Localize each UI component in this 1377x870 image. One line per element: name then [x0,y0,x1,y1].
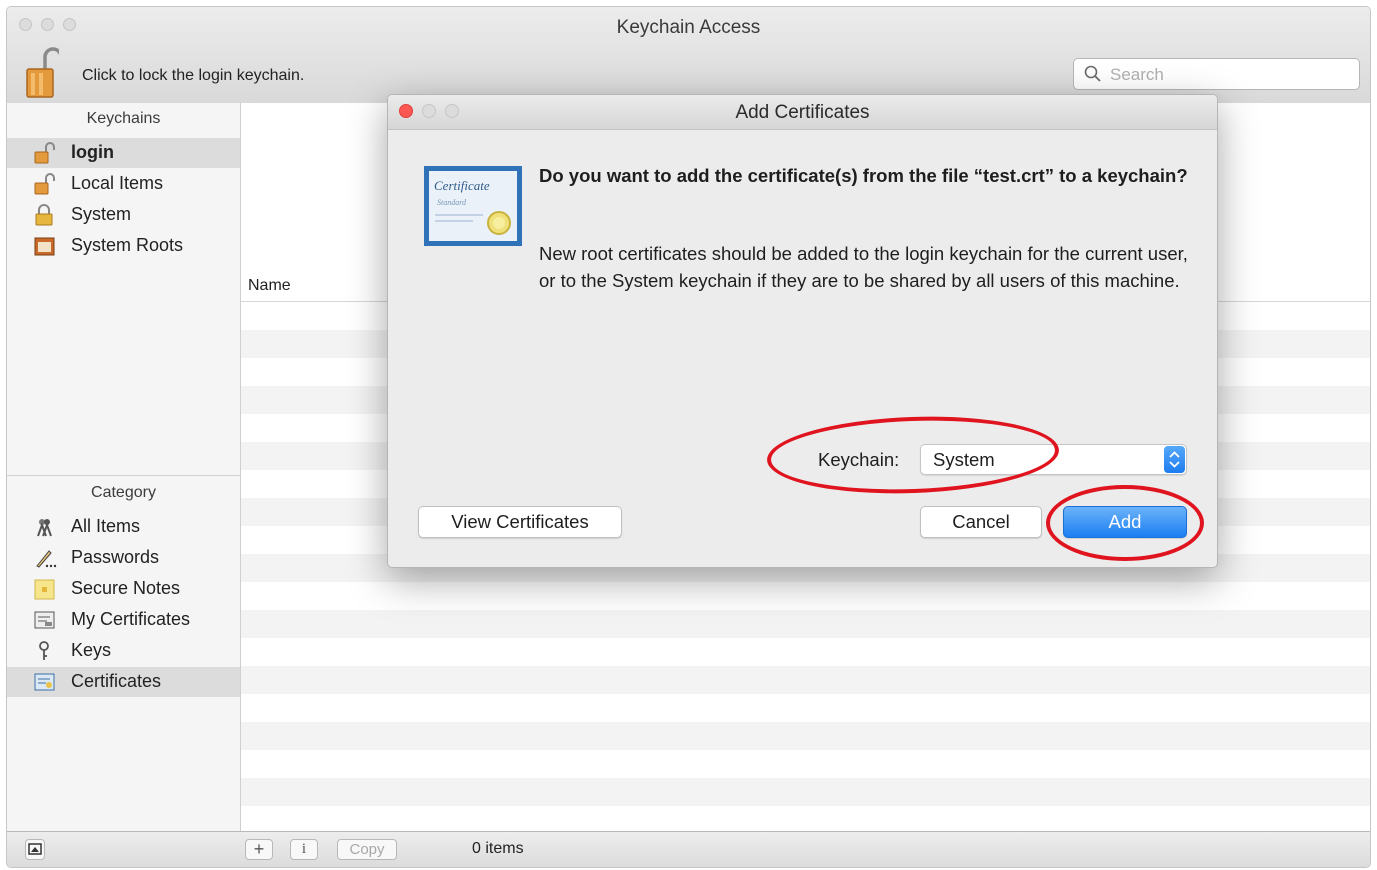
view-certificates-button[interactable]: View Certificates [418,506,622,538]
search-input[interactable]: Search [1073,58,1360,90]
keychains-header: Keychains [86,110,161,127]
chevron-updown-icon [1164,446,1185,473]
search-placeholder: Search [1110,65,1164,84]
sidebar-item-local-items[interactable]: Local Items [7,169,240,199]
certificate-icon [34,673,55,691]
sidebar-toggle-icon [28,843,42,855]
sidebar-item-system[interactable]: System [7,200,240,230]
sidebar-item-label: My Certificates [71,609,191,629]
info-icon: i [301,841,307,857]
sidebar-item-label: Passwords [71,547,160,567]
pen-icon [36,550,57,568]
item-count-status: 0 items [472,840,524,857]
lock-keychain-label[interactable]: Click to lock the login keychain. [82,67,304,85]
add-item-button[interactable]: + [245,839,273,860]
window-titlebar: Keychain Access Click to lock the login … [7,7,1370,104]
sidebar-item-label: Certificates [71,671,162,691]
locked-padlock-icon [35,204,53,226]
keychain-select-value: System [933,449,995,470]
sidebar-item-all-items[interactable]: All Items [7,512,240,542]
dialog-titlebar: Add Certificates [388,95,1217,130]
info-button[interactable]: i [290,839,318,860]
certificate-icon: Certificate Standard [423,165,523,247]
sidebar-item-certificates[interactable]: Certificates [7,667,240,697]
sidebar: Keychains login Local Items System Syste… [7,103,241,835]
all-items-icon [37,519,52,537]
copy-button[interactable]: Copy [337,839,397,860]
certificate-icon-subtitle: Standard [437,198,467,207]
bottom-toolbar: + i Copy 0 items [7,831,1370,867]
dialog-heading: Do you want to add the certificate(s) fr… [539,165,1188,186]
key-icon [39,641,49,660]
sidebar-item-label: Local Items [71,173,164,193]
keychain-select[interactable]: System [920,444,1187,475]
add-button[interactable]: Add [1063,506,1187,538]
sidebar-item-label: Secure Notes [71,578,181,598]
cabinet-icon [34,237,55,256]
dialog-title: Add Certificates [735,102,870,123]
window-title: Keychain Access [616,17,761,38]
certificate-icon-title: Certificate [434,178,490,193]
sidebar-divider [7,475,240,476]
search-icon [1084,65,1101,82]
certificate-icon [34,611,55,629]
sidebar-item-secure-notes[interactable]: Secure Notes [7,574,240,604]
sidebar-item-label: System [71,204,132,224]
sidebar-item-label: System Roots [71,235,184,255]
sidebar-item-label: Keys [71,640,112,660]
unlocked-padlock-icon [34,173,55,195]
dialog-message: New root certificates should be added to… [539,243,1188,291]
sidebar-item-label: All Items [71,516,141,536]
toggle-sidebar-button[interactable] [25,839,45,860]
sidebar-item-login[interactable]: login [7,138,240,168]
plus-icon: + [253,839,265,859]
unlocked-padlock-icon[interactable] [25,47,63,99]
sidebar-item-system-roots[interactable]: System Roots [7,231,240,261]
cancel-button[interactable]: Cancel [920,506,1042,538]
sidebar-item-my-certificates[interactable]: My Certificates [7,605,240,635]
add-certificates-dialog: Add Certificates Certificate Standard Do… [387,94,1218,568]
unlocked-padlock-icon [34,142,55,164]
note-icon [34,579,55,600]
category-header: Category [91,484,156,501]
sidebar-item-passwords[interactable]: Passwords [7,543,240,573]
column-header-label: Name [248,277,291,294]
sidebar-item-label: login [71,142,114,162]
sidebar-item-keys[interactable]: Keys [7,636,240,666]
keychain-label: Keychain: [818,449,900,470]
